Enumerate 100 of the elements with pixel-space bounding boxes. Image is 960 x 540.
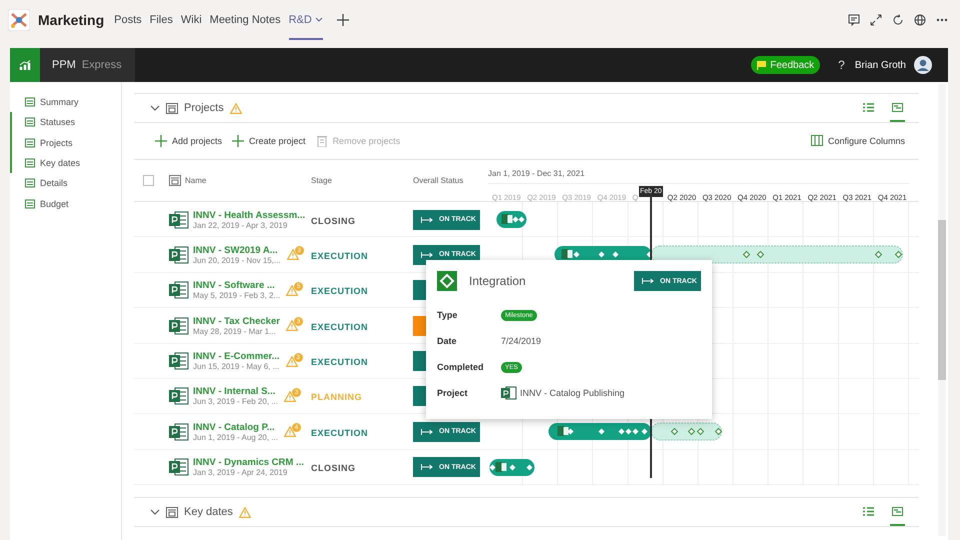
tooltip-title: Integration (469, 274, 526, 288)
project-icon (169, 422, 189, 441)
field-value: 7/24/2019 (501, 336, 542, 346)
warning-icon (284, 426, 296, 438)
timeline-icon (892, 102, 903, 112)
team-logo-icon (8, 9, 30, 31)
scrollbar-thumb[interactable] (938, 220, 946, 380)
list-icon (25, 117, 35, 128)
section-title: Key dates (184, 506, 233, 518)
project-link[interactable]: INNV - Software ... (193, 280, 280, 292)
project-dates: Jun 15, 2019 - May 6, ... (193, 362, 280, 372)
plus-icon (232, 135, 244, 147)
project-dates: May 28, 2019 - Mar 1... (193, 326, 277, 336)
nav-item[interactable]: Summary (10, 92, 121, 112)
project-icon (169, 316, 189, 335)
add-button[interactable]: Create project (232, 135, 306, 147)
channel-tab[interactable]: Files (150, 0, 173, 40)
stage-label: EXECUTION (311, 322, 368, 332)
chevron-icon[interactable] (150, 509, 160, 516)
project-dates: Jan 22, 2019 - Apr 3, 2019 (193, 220, 288, 230)
stage-label: CLOSING (311, 216, 356, 226)
list-icon (25, 178, 35, 188)
select-all-checkbox[interactable] (143, 175, 154, 186)
project-dates: Jan 3, 2019 - Apr 24, 2019 (193, 468, 288, 478)
columns-icon (810, 135, 823, 147)
timeline-icon (892, 506, 903, 516)
gantt-bar (488, 458, 534, 477)
field-label: Date (437, 336, 458, 346)
project-dates: Jun 3, 2019 - Feb 20, ... (193, 397, 278, 406)
list-icon (25, 138, 35, 148)
section-title: Projects (184, 102, 224, 114)
scrollbar[interactable] (938, 84, 946, 536)
channel-tab[interactable]: Meeting Notes (210, 0, 281, 40)
project-icon (169, 352, 189, 370)
column-header: Name (185, 176, 206, 185)
configure-columns-button[interactable]: Configure Columns (810, 135, 905, 147)
user-name: Brian Groth (854, 60, 906, 70)
clipboard-icon (316, 135, 328, 147)
globe-icon[interactable] (914, 14, 926, 26)
product-edition: Express (82, 59, 122, 71)
flag-icon (757, 60, 768, 70)
avatar-icon (914, 56, 932, 74)
team-name: Marketing (38, 12, 104, 28)
project-link[interactable]: INNV - Tax Checker (193, 316, 280, 327)
arrow-icon (421, 216, 433, 222)
stage-label: EXECUTION (311, 286, 368, 296)
list-icon (25, 97, 35, 108)
list-icon (25, 198, 35, 209)
warning-icon (284, 390, 296, 402)
product-name: PPM (52, 59, 76, 71)
plus-icon (155, 135, 167, 147)
channel-tab[interactable]: Posts (114, 0, 142, 40)
arrow-icon (642, 278, 654, 284)
field-label: Type (437, 310, 458, 320)
expand-icon[interactable] (870, 14, 882, 26)
nav-item[interactable]: Details (10, 173, 121, 194)
project-icon (501, 386, 517, 400)
project-link[interactable]: INNV - Dynamics CRM ... (193, 457, 304, 468)
stage-label: CLOSING (311, 463, 356, 474)
stage-label: EXECUTION (311, 250, 368, 261)
stage-label: EXECUTION (311, 357, 368, 368)
add-button[interactable]: Add projects (155, 135, 222, 147)
refresh-icon[interactable] (892, 14, 904, 26)
stage-label: PLANNING (311, 392, 362, 402)
chat-icon[interactable] (848, 14, 860, 26)
nav-item[interactable]: Projects (10, 132, 121, 153)
project-link[interactable]: INNV - Internal S... (193, 386, 278, 398)
folder-icon (166, 506, 178, 518)
channel-tab[interactable]: R&D (288, 0, 323, 40)
folder-icon (166, 102, 178, 114)
date-range: Jan 1, 2019 - Dec 31, 2021 (488, 169, 586, 178)
chart-icon (19, 60, 31, 70)
warning-icon (286, 320, 298, 332)
project-link[interactable]: INNV - E-Commer... (193, 351, 280, 362)
field-label: Completed (437, 362, 485, 372)
nav-item[interactable]: Budget (10, 193, 121, 214)
channel-tab[interactable]: Wiki (180, 0, 202, 40)
stage-label: EXECUTION (311, 428, 368, 438)
gantt-bar (496, 210, 526, 229)
arrow-icon (421, 428, 433, 435)
column-header: Stage (311, 176, 333, 185)
project-link[interactable]: INNV - Catalog P... (193, 422, 278, 433)
nav-item[interactable]: Key dates (10, 152, 121, 174)
help-button[interactable]: ? (838, 58, 845, 72)
project-link[interactable]: INNV - SW2019 A... (193, 244, 281, 256)
arrow-icon (421, 464, 433, 470)
app-launcher[interactable] (10, 48, 40, 82)
project-link[interactable]: INNV - Health Assessm... (193, 210, 306, 220)
folder-icon (169, 175, 181, 186)
project-dates: Jun 1, 2019 - Aug 20, ... (193, 432, 278, 442)
chevron-icon[interactable] (150, 105, 160, 111)
project-icon (169, 458, 189, 476)
field-label: Project (437, 388, 469, 398)
field-value: INNV - Catalog Publishing (520, 388, 625, 398)
list-icon (863, 506, 874, 516)
arrow-icon (421, 252, 433, 258)
project-icon (169, 387, 189, 406)
list-icon (863, 102, 874, 112)
add-icon[interactable] (336, 14, 349, 26)
nav-item[interactable]: Statuses (10, 112, 121, 133)
